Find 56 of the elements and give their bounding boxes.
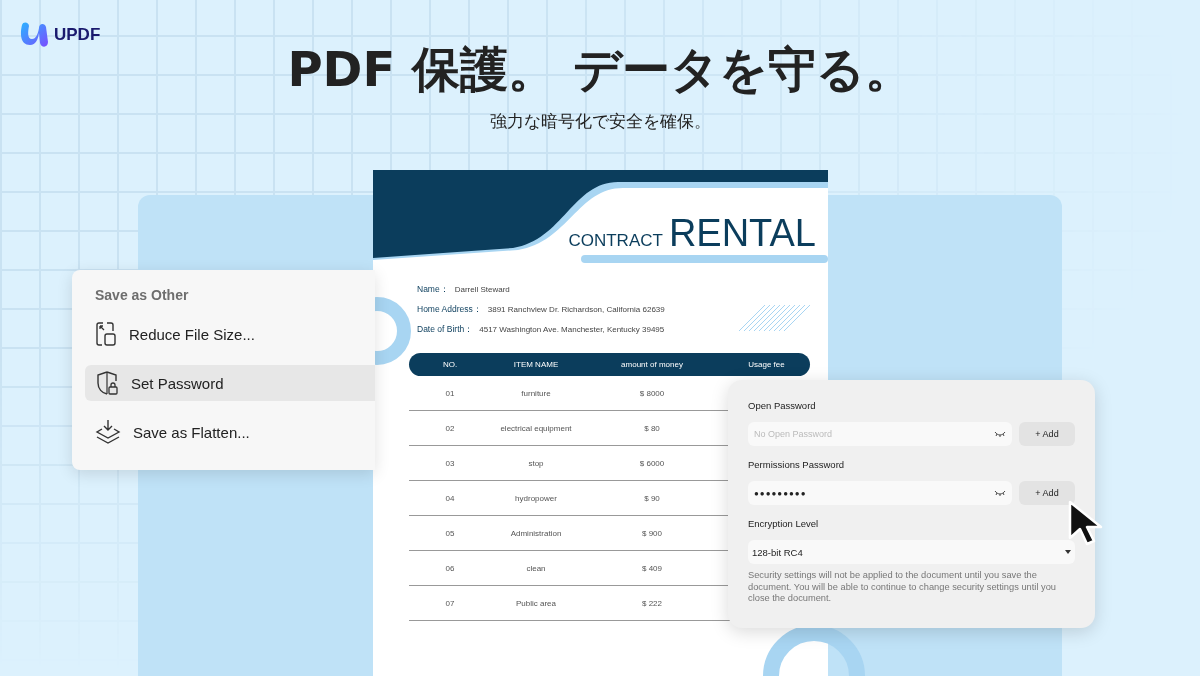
- table-cell-text: $ 80: [643, 423, 661, 433]
- password-field[interactable]: ●●●●●●●●●: [748, 481, 1012, 505]
- field-label: Name：: [417, 284, 449, 296]
- table-cell-text: Public area: [515, 598, 557, 608]
- table-cell-text: 01: [444, 388, 456, 398]
- subheadline: 強力な暗号化で安全を確保。: [488, 111, 712, 133]
- table-cell-text: 06: [444, 563, 456, 573]
- menu-item[interactable]: Reduce File Size...: [85, 316, 375, 352]
- field-value: Darrell Steward: [454, 285, 510, 294]
- column-header: Usage fee: [747, 360, 786, 369]
- menu-item[interactable]: Set Password: [85, 365, 375, 401]
- table-cell-text: furniture: [520, 388, 552, 398]
- document-title: RENTAL: [668, 212, 816, 255]
- logo-icon: [18, 21, 50, 49]
- column-header: ITEM NAME: [512, 360, 560, 369]
- add-button[interactable]: + Add: [1019, 481, 1075, 505]
- caret-icon: [1065, 550, 1071, 554]
- table-cell-text: stop: [527, 458, 545, 468]
- column-header: NO.: [441, 360, 459, 369]
- table-cell-text: Administration: [509, 528, 563, 538]
- field-label: Encryption Level: [748, 518, 820, 529]
- document-title-prefix: CONTRACT: [568, 231, 663, 251]
- column-header: amount of money: [620, 360, 684, 369]
- table-cell-text: $ 8000: [638, 388, 666, 398]
- table-cell-text: 05: [444, 528, 456, 538]
- field-value: 3891 Ranchview Dr. Richardson, California 62639: [487, 305, 665, 314]
- shield-lock-icon: [95, 370, 119, 396]
- layers-download-icon: [95, 419, 121, 445]
- table-cell-text: $ 900: [641, 528, 663, 538]
- menu-title: Save as Other: [94, 287, 190, 303]
- table-cell-text: 04: [444, 493, 456, 503]
- field-label: Date of Birth：: [417, 324, 474, 336]
- table-cell-text: $ 222: [641, 598, 663, 608]
- field-label: Home Address：: [417, 304, 482, 316]
- add-button[interactable]: + Add: [1019, 422, 1075, 446]
- table-cell-text: clean: [525, 563, 547, 573]
- brand-name: UPDF: [54, 25, 101, 45]
- hatch-drawing: [739, 305, 811, 331]
- encryption-dropdown[interactable]: 128-bit RC4: [748, 540, 1075, 564]
- resize-icon: [95, 321, 117, 347]
- table-cell-text: electrical equipment: [499, 423, 573, 433]
- menu-item[interactable]: Save as Flatten...: [85, 414, 375, 450]
- table-cell-text: hydropower: [514, 493, 558, 503]
- field-label: Open Password: [748, 400, 817, 411]
- field-value: 4517 Washington Ave. Manchester, Kentucky 39495: [479, 325, 665, 334]
- table-cell-text: 07: [444, 598, 456, 608]
- headline: PDF 保護。 データを守る。: [286, 40, 914, 99]
- table-cell-text: 02: [444, 423, 456, 433]
- closed-eye-icon: [994, 431, 1006, 437]
- security-note: Security settings will not be applied to the document until you save the document. You will be able to continue to change security settings until you close the document.: [748, 570, 1058, 605]
- table-cell-text: $ 409: [641, 563, 663, 573]
- table-cell-text: 03: [444, 458, 456, 468]
- table-cell-text: $ 6000: [638, 458, 666, 468]
- closed-eye-icon: [994, 490, 1006, 496]
- field-label: Permissions Password: [748, 459, 846, 470]
- table-cell-text: $ 90: [643, 493, 661, 503]
